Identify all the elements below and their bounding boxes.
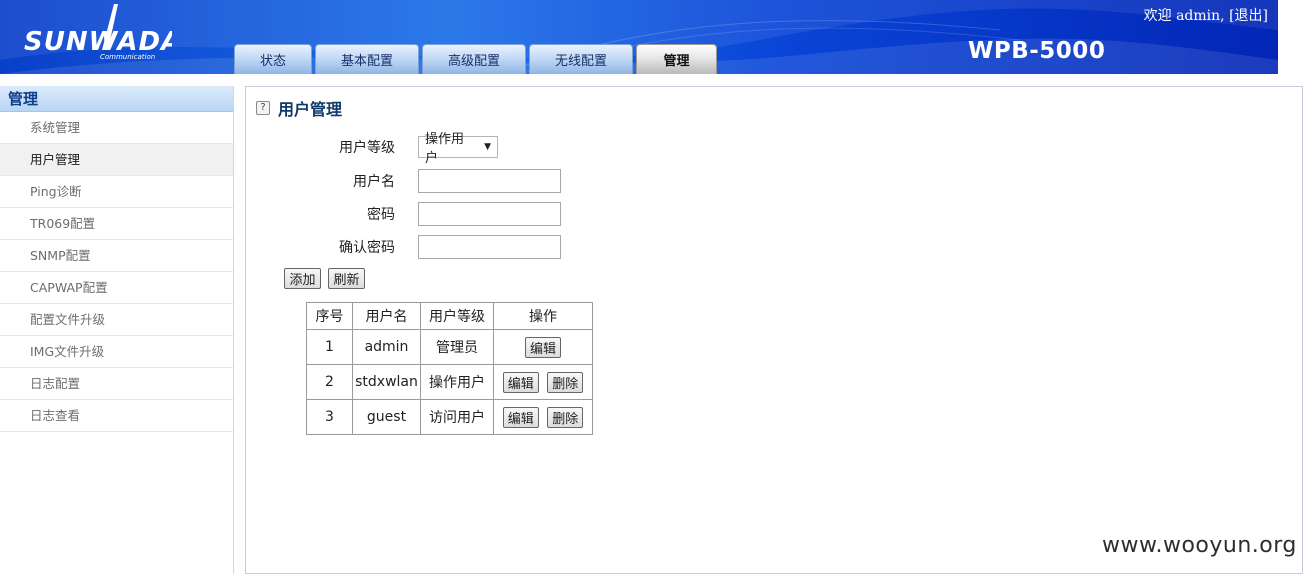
sidebar-item-snmp-config[interactable]: SNMP配置 — [0, 240, 233, 272]
table-row: 2 stdxwlan 操作用户 编辑 删除 — [306, 364, 593, 400]
tab-management[interactable]: 管理 — [636, 44, 717, 74]
user-level-select[interactable]: 操作用户 ▼ — [418, 132, 498, 166]
sidebar-item-log-view[interactable]: 日志查看 — [0, 400, 233, 432]
help-icon[interactable]: ? — [256, 101, 270, 115]
tab-status[interactable]: 状态 — [234, 44, 312, 74]
sidebar-item-tr069-config[interactable]: TR069配置 — [0, 208, 233, 240]
col-header-index: 序号 — [306, 302, 353, 330]
col-header-level: 用户等级 — [420, 302, 494, 330]
main-panel: ? 用户管理 用户等级 操作用户 ▼ 用户名 密码 确认密码 添加 刷新 序号 … — [245, 86, 1303, 574]
header-banner: SUNWADA Communication 欢迎 admin, [退出] WPB… — [0, 0, 1278, 74]
tab-basic-config[interactable]: 基本配置 — [315, 44, 419, 74]
username-label: 用户名 — [353, 174, 395, 190]
edit-button[interactable]: 编辑 — [502, 406, 539, 428]
sidebar: 管理 系统管理 用户管理 Ping诊断 TR069配置 SNMP配置 CAPWA… — [0, 86, 234, 574]
user-table: 序号 用户名 用户等级 操作 1 admin 管理员 编辑 2 stdxwlan… — [306, 302, 593, 435]
logo-subtext: Communication — [100, 53, 155, 61]
tab-advanced-config[interactable]: 高级配置 — [422, 44, 526, 74]
sidebar-item-user-management[interactable]: 用户管理 — [0, 144, 233, 176]
refresh-button[interactable]: 刷新 — [328, 268, 365, 289]
table-row: 1 admin 管理员 编辑 — [306, 329, 593, 365]
delete-button[interactable]: 删除 — [547, 406, 584, 428]
username-input[interactable] — [418, 169, 561, 193]
sunwada-logo: SUNWADA Communication — [22, 2, 181, 64]
password-input[interactable] — [418, 202, 561, 226]
watermark: www.wooyun.org — [1102, 533, 1297, 558]
sidebar-item-capwap-config[interactable]: CAPWAP配置 — [0, 272, 233, 304]
form-row-password: 密码 — [246, 202, 646, 226]
sidebar-item-config-file-upgrade[interactable]: 配置文件升级 — [0, 304, 233, 336]
cell-level: 访问用户 — [420, 399, 494, 435]
form-row-confirm-password: 确认密码 — [246, 235, 646, 259]
cell-actions: 编辑 删除 — [493, 364, 593, 400]
form-row-username: 用户名 — [246, 169, 646, 193]
cell-username: stdxwlan — [352, 364, 421, 400]
chevron-down-icon: ▼ — [484, 142, 491, 152]
tab-wireless-config[interactable]: 无线配置 — [529, 44, 633, 74]
edit-button[interactable]: 编辑 — [502, 371, 539, 393]
page-title-bar: ? 用户管理 — [256, 96, 342, 120]
edit-button[interactable]: 编辑 — [524, 336, 561, 358]
col-header-action: 操作 — [493, 302, 593, 330]
sidebar-item-system-management[interactable]: 系统管理 — [0, 112, 233, 144]
form-buttons: 添加 刷新 — [284, 268, 365, 289]
add-button[interactable]: 添加 — [284, 268, 321, 289]
model-name: WPB-5000 — [968, 38, 1106, 64]
sidebar-item-ping-diagnosis[interactable]: Ping诊断 — [0, 176, 233, 208]
cell-username: guest — [352, 399, 421, 435]
user-level-label: 用户等级 — [339, 140, 395, 156]
page-title: 用户管理 — [278, 100, 343, 119]
welcome-logout-link[interactable]: 欢迎 admin, [退出] — [1144, 5, 1268, 25]
confirm-password-input[interactable] — [418, 235, 561, 259]
top-nav-tabs: 状态 基本配置 高级配置 无线配置 管理 — [234, 44, 717, 74]
sidebar-heading: 管理 — [0, 86, 233, 112]
form-row-user-level: 用户等级 操作用户 ▼ — [246, 132, 646, 166]
cell-index: 3 — [306, 399, 353, 435]
cell-username: admin — [352, 329, 421, 365]
cell-actions: 编辑 删除 — [493, 399, 593, 435]
table-header-row: 序号 用户名 用户等级 操作 — [306, 302, 593, 330]
user-level-selected: 操作用户 — [425, 132, 465, 166]
password-label: 密码 — [367, 207, 395, 223]
col-header-username: 用户名 — [352, 302, 421, 330]
cell-actions: 编辑 — [493, 329, 593, 365]
cell-level: 操作用户 — [420, 364, 494, 400]
table-row: 3 guest 访问用户 编辑 删除 — [306, 399, 593, 435]
delete-button[interactable]: 删除 — [547, 371, 584, 393]
cell-index: 2 — [306, 364, 353, 400]
sidebar-item-log-config[interactable]: 日志配置 — [0, 368, 233, 400]
cell-index: 1 — [306, 329, 353, 365]
sidebar-item-img-file-upgrade[interactable]: IMG文件升级 — [0, 336, 233, 368]
confirm-password-label: 确认密码 — [339, 240, 395, 256]
cell-level: 管理员 — [420, 329, 494, 365]
